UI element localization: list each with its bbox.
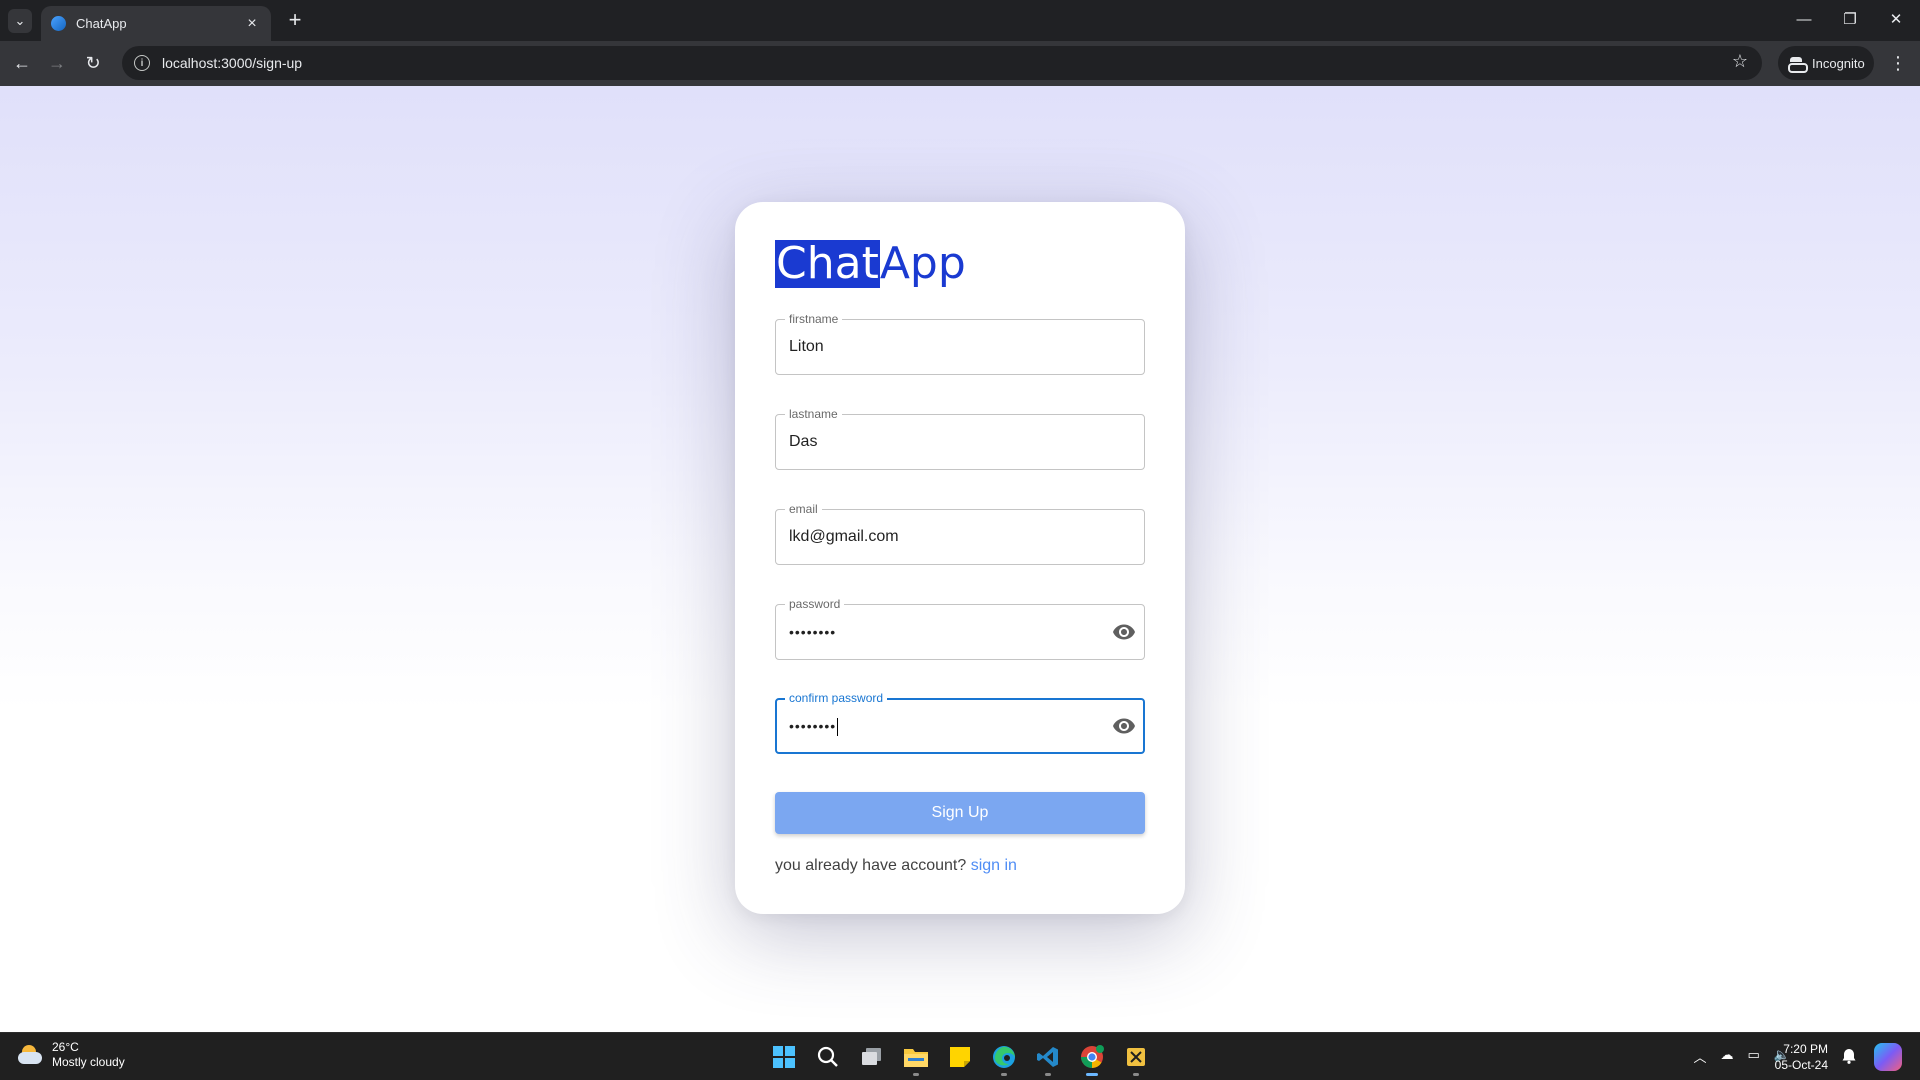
address-bar[interactable]: i localhost:3000/sign-up ☆ — [122, 46, 1762, 80]
site-info-icon[interactable]: i — [134, 55, 150, 71]
close-icon[interactable]: × — [243, 15, 261, 33]
file-explorer-icon[interactable] — [900, 1041, 932, 1076]
page-background: Chat App firstname Liton lastname Das em… — [0, 86, 1920, 1032]
reload-icon[interactable]: ↻ — [79, 49, 107, 77]
browser-tab-strip: ⌄ ChatApp × + — ❐ ✕ — [0, 0, 1920, 41]
lastname-field[interactable]: lastname Das — [775, 407, 1145, 470]
tab-search-icon[interactable]: ⌄ — [8, 9, 32, 33]
windows-taskbar: 26°C Mostly cloudy ︿ ☁ ▭ 🔈 7:20 PM 05-Oc… — [0, 1032, 1920, 1080]
taskbar-apps — [768, 1041, 1152, 1076]
back-icon[interactable]: ← — [8, 49, 36, 77]
confirm-password-value: •••••••• — [789, 718, 837, 734]
incognito-label: Incognito — [1812, 55, 1865, 71]
network-icon[interactable]: ▭ — [1748, 1047, 1760, 1066]
lastname-input[interactable]: Das — [789, 415, 817, 469]
incognito-icon — [1788, 57, 1808, 73]
email-input[interactable]: lkd@gmail.com — [789, 510, 899, 564]
sign-up-button[interactable]: Sign Up — [775, 792, 1145, 834]
snipping-tool-icon[interactable] — [1120, 1041, 1152, 1076]
confirm-password-field[interactable]: confirm password •••••••• — [775, 691, 1145, 754]
taskbar-clock[interactable]: 7:20 PM 05-Oct-24 — [1772, 1041, 1828, 1073]
weather-widget[interactable]: 26°C Mostly cloudy — [16, 1040, 125, 1070]
menu-icon[interactable]: ⋮ — [1888, 49, 1908, 77]
weather-condition: Mostly cloudy — [52, 1055, 125, 1069]
password-field[interactable]: password •••••••• — [775, 597, 1145, 660]
firstname-input[interactable]: Liton — [789, 320, 824, 374]
clock-time: 7:20 PM — [1783, 1042, 1828, 1056]
edge-icon[interactable] — [988, 1041, 1020, 1076]
signin-prompt: you already have account? sign in — [775, 857, 1017, 875]
signup-card: Chat App firstname Liton lastname Das em… — [735, 202, 1185, 914]
app-logo: Chat App — [775, 240, 966, 288]
show-password-eye-icon[interactable] — [1112, 620, 1136, 644]
incognito-badge[interactable]: Incognito — [1778, 46, 1874, 80]
restore-icon[interactable]: ❐ — [1827, 6, 1873, 34]
password-input[interactable]: •••••••• — [789, 605, 836, 659]
logo-part-chat: Chat — [775, 238, 880, 289]
signin-prompt-text: you already have account? — [775, 857, 967, 874]
notification-bell-icon[interactable] — [1842, 1048, 1856, 1064]
browser-toolbar: ← → ↻ i localhost:3000/sign-up ☆ Incogni… — [0, 41, 1920, 86]
search-icon[interactable] — [812, 1041, 844, 1073]
chevron-up-icon[interactable]: ︿ — [1694, 1047, 1707, 1066]
new-tab-icon[interactable]: + — [283, 9, 307, 33]
show-confirm-password-eye-icon[interactable] — [1112, 714, 1136, 738]
clock-date: 05-Oct-24 — [1774, 1058, 1828, 1072]
chrome-icon[interactable] — [1076, 1041, 1108, 1076]
vscode-icon[interactable] — [1032, 1041, 1064, 1076]
tab-title: ChatApp — [76, 16, 127, 31]
firstname-field[interactable]: firstname Liton — [775, 312, 1145, 375]
onedrive-off-icon[interactable]: ☁ — [1721, 1047, 1734, 1066]
sticky-notes-icon[interactable] — [944, 1041, 976, 1073]
url-text[interactable]: localhost:3000/sign-up — [162, 55, 302, 71]
browser-tab[interactable]: ChatApp × — [41, 6, 271, 41]
window-close-icon[interactable]: ✕ — [1873, 6, 1919, 34]
forward-icon[interactable]: → — [43, 49, 71, 77]
start-icon[interactable] — [768, 1041, 800, 1073]
task-view-icon[interactable] — [856, 1041, 888, 1073]
bookmark-star-icon[interactable]: ☆ — [1732, 51, 1748, 72]
sign-in-link[interactable]: sign in — [971, 857, 1017, 874]
weather-cloudy-icon — [16, 1043, 44, 1067]
copilot-icon[interactable] — [1874, 1043, 1902, 1071]
text-caret — [837, 718, 839, 737]
weather-temperature: 26°C — [52, 1040, 79, 1054]
email-field[interactable]: email lkd@gmail.com — [775, 502, 1145, 565]
confirm-password-input[interactable]: •••••••• — [789, 700, 839, 752]
minimize-icon[interactable]: — — [1781, 6, 1827, 34]
logo-part-app: App — [879, 238, 966, 289]
favicon — [51, 16, 66, 31]
